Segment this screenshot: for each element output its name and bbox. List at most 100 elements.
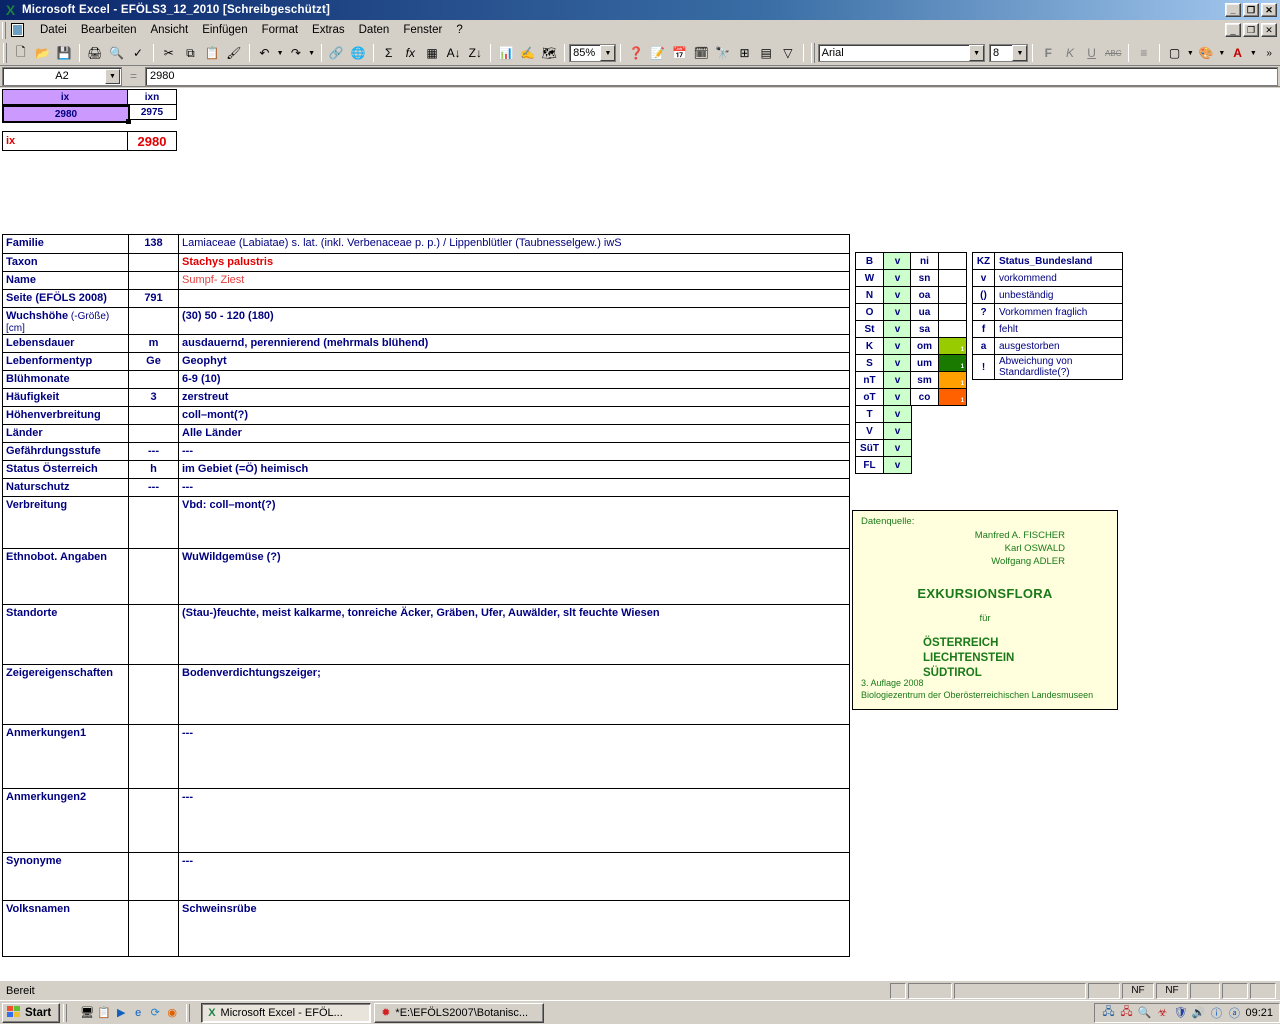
table-row[interactable]: Länder Alle Länder (2, 424, 850, 443)
row-label[interactable]: Länder (2, 424, 129, 443)
menu-format[interactable]: Format (255, 22, 305, 38)
row-label[interactable]: Anmerkungen1 (2, 724, 129, 789)
region-code[interactable]: um (910, 354, 939, 372)
redo-dropdown-icon[interactable]: ▼ (307, 43, 317, 64)
paste-icon[interactable]: 📋 (201, 43, 223, 64)
bundesland-row[interactable]: Bv (855, 252, 912, 270)
table-row[interactable]: Zeigereigenschaften Bodenverdichtungszeig… (2, 664, 850, 725)
menu-bearbeiten[interactable]: Bearbeiten (74, 22, 144, 38)
autofilter-icon[interactable]: ▽ (777, 43, 799, 64)
row-label[interactable]: Status Österreich (2, 460, 129, 479)
bundesland-row[interactable]: Wv (855, 269, 912, 287)
row-value[interactable]: (Stau-)feuchte, meist kalkarme, tonreich… (178, 604, 850, 665)
region-code[interactable]: ni (910, 252, 939, 270)
region-value[interactable]: 1 (938, 337, 967, 355)
region-code[interactable]: oa (910, 286, 939, 304)
row-code[interactable]: 791 (128, 289, 179, 308)
table-row[interactable]: Status Österreich h im Gebiet (=Ö) heimisc… (2, 460, 850, 479)
col-a-header[interactable]: ix (2, 89, 128, 105)
print-icon[interactable]: 🖨 (84, 43, 106, 64)
table-row[interactable]: Naturschutz --- --- (2, 478, 850, 497)
search-icon[interactable]: 🔍 (1137, 1006, 1152, 1020)
row-label[interactable]: Gefährdungsstufe (2, 442, 129, 461)
open-file-icon[interactable]: 📂 (32, 43, 54, 64)
zoom-dropdown-icon[interactable]: ▼ (600, 45, 616, 61)
region-row[interactable]: ni (910, 252, 967, 270)
row-code[interactable] (128, 548, 179, 605)
region-row[interactable]: um 1 (910, 354, 967, 372)
row-code[interactable]: --- (128, 478, 179, 497)
print-preview-icon[interactable]: 🔍 (106, 43, 128, 64)
row-label[interactable]: Volksnamen (2, 900, 129, 957)
bundesland-row[interactable]: Vv (855, 422, 912, 440)
region-code-grid[interactable]: ni sn oa ua sa om 1 um 1 sm 1 co 1 (910, 252, 967, 406)
minimize-button[interactable]: _ (1225, 3, 1241, 17)
maximize-button[interactable]: ❐ (1243, 3, 1259, 17)
worksheet-area[interactable]: ix ixn 2975 2980 ix 2980 Familie 138 Lamia… (0, 88, 1280, 980)
row-code[interactable] (128, 724, 179, 789)
bundesland-status[interactable]: v (883, 371, 912, 389)
name-box[interactable]: A2 ▼ (2, 66, 122, 86)
bundesland-status[interactable]: v (883, 337, 912, 355)
bundesland-code[interactable]: K (855, 337, 884, 355)
web-icon[interactable]: 🌐 (347, 43, 369, 64)
bundesland-status[interactable]: v (883, 320, 912, 338)
fill-color-icon[interactable]: 🎨 (1195, 43, 1217, 64)
internet-explorer-icon[interactable]: e (131, 1006, 145, 1020)
toolbar-overflow-icon[interactable]: » (1258, 43, 1280, 64)
region-value[interactable] (938, 303, 967, 321)
bundesland-code[interactable]: SüT (855, 439, 884, 457)
row-value[interactable]: Alle Länder (178, 424, 850, 443)
format-toolbar-grip[interactable] (810, 43, 815, 63)
row-label[interactable]: Anmerkungen2 (2, 788, 129, 853)
row-code[interactable] (128, 496, 179, 549)
region-value[interactable] (938, 269, 967, 287)
table-row[interactable]: Volksnamen Schweinsrübe (2, 900, 850, 957)
row-label[interactable]: Familie (2, 234, 129, 254)
region-code[interactable]: sa (910, 320, 939, 338)
workbook-icon[interactable] (9, 22, 27, 38)
find-icon[interactable]: 🔭 (712, 43, 734, 64)
row-code[interactable] (128, 852, 179, 901)
font-color-dropdown-icon[interactable]: ▼ (1248, 43, 1258, 64)
ix-label[interactable]: ix (2, 131, 128, 151)
region-value[interactable] (938, 252, 967, 270)
row-code[interactable] (128, 788, 179, 853)
row-value[interactable]: --- (178, 724, 850, 789)
bundesland-code[interactable]: nT (855, 371, 884, 389)
region-row[interactable]: sn (910, 269, 967, 287)
bundesland-row[interactable]: SüT v (855, 439, 912, 457)
region-row[interactable]: om 1 (910, 337, 967, 355)
notes-icon[interactable]: 📋 (97, 1006, 111, 1020)
font-size-combobox[interactable]: 8 ▼ (989, 44, 1029, 62)
row-label[interactable]: Name (2, 271, 129, 290)
network-error-icon[interactable]: 🖧 (1119, 1006, 1133, 1020)
cut-icon[interactable]: ✂ (158, 43, 180, 64)
row-label[interactable]: Lebenformentyp (2, 352, 129, 371)
table-row[interactable]: Synonyme --- (2, 852, 850, 901)
row-code[interactable] (128, 664, 179, 725)
info-icon[interactable]: ⓘ (1209, 1006, 1223, 1020)
row-code[interactable] (128, 307, 179, 335)
col-b-header[interactable]: ixn (127, 89, 177, 105)
format-painter-icon[interactable]: 🖌 (223, 43, 245, 64)
row-code[interactable]: h (128, 460, 179, 479)
start-button[interactable]: Start (2, 1002, 61, 1023)
group-icon[interactable]: ⊞ (734, 43, 756, 64)
network-icon[interactable]: 🖧 (1101, 1006, 1115, 1020)
cell-b2[interactable]: 2975 (127, 104, 177, 120)
table-row[interactable]: Anmerkungen2 --- (2, 788, 850, 853)
chart-wizard-icon[interactable]: 📊 (495, 43, 517, 64)
font-name-dropdown-icon[interactable]: ▼ (969, 45, 985, 61)
bundesland-code[interactable]: St (855, 320, 884, 338)
bundesland-code[interactable]: O (855, 303, 884, 321)
taskitem-paint[interactable]: ✹ *E:\EFÖLS2007\Botanisc... (374, 1002, 545, 1023)
hyperlink-icon[interactable]: 🔗 (326, 43, 348, 64)
table-row[interactable]: Name Sumpf- Ziest (2, 271, 850, 290)
clock[interactable]: 09:21 (1245, 1007, 1273, 1019)
document-restore-button[interactable]: ❐ (1243, 23, 1259, 37)
calendar-icon[interactable]: 📅 (669, 43, 691, 64)
bundesland-code[interactable]: N (855, 286, 884, 304)
region-code[interactable]: om (910, 337, 939, 355)
help-icon[interactable]: ❓ (625, 43, 647, 64)
